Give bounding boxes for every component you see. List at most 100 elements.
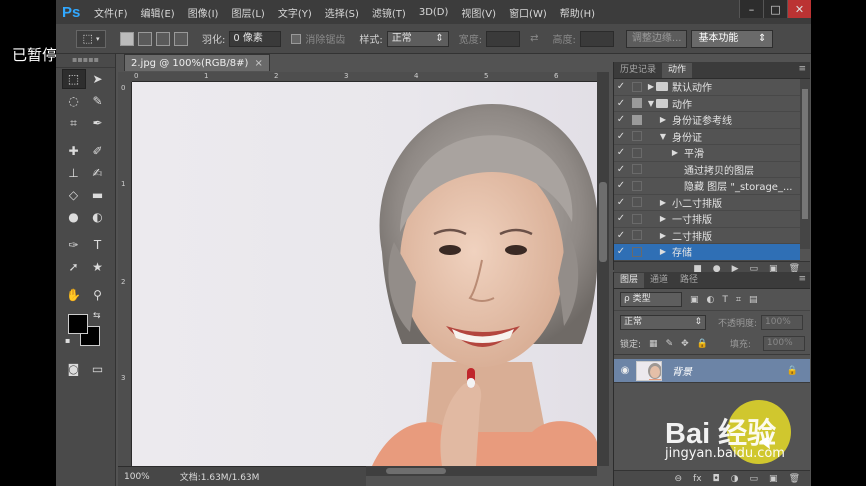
intersect-selection-button[interactable] [174,31,188,46]
history-brush-tool-icon[interactable]: ✍ [86,163,110,183]
menu-type[interactable]: 文字(Y) [278,5,312,20]
type-tool-icon[interactable]: T [86,235,110,255]
eyedropper-tool-icon[interactable]: ✒ [86,113,110,133]
fill-input[interactable]: 100% [762,336,805,351]
close-tab-icon[interactable]: × [254,58,262,69]
width-input[interactable] [486,30,521,47]
lock-all-icon[interactable]: 🔒 [697,339,708,349]
menu-edit[interactable]: 编辑(E) [141,5,175,20]
hand-tool-icon[interactable]: ✋ [62,285,86,305]
vertical-scrollbar[interactable] [597,72,609,466]
checkmark-icon[interactable]: ✓ [614,98,628,109]
move-tool-icon[interactable]: ➤ [86,69,110,89]
eye-icon[interactable]: ◉ [614,365,636,376]
minimize-button[interactable]: – [739,0,763,18]
dialog-toggle[interactable] [632,180,642,191]
horizontal-scrollbar[interactable] [366,466,597,476]
action-row[interactable]: ✓ ▶ 平滑 [614,145,800,162]
tab-layers[interactable]: 图层 [614,273,645,288]
document-tab[interactable]: 2.jpg @ 100%(RGB/8#) × [124,54,270,71]
expanded-triangle-icon[interactable]: ▼ [646,99,656,108]
dialog-toggle[interactable] [632,81,642,92]
action-row[interactable]: ✓ ▶ 身份证参考线 [614,112,800,129]
dialog-toggle[interactable] [632,114,642,125]
tab-actions[interactable]: 动作 [662,63,693,78]
menu-help[interactable]: 帮助(H) [560,5,595,20]
dialog-toggle[interactable] [632,147,642,158]
expanded-triangle-icon[interactable]: ▼ [658,132,668,141]
collapsed-triangle-icon[interactable]: ▶ [658,115,668,124]
collapsed-triangle-icon[interactable]: ▶ [658,231,668,240]
menu-file[interactable]: 文件(F) [94,5,128,20]
new-layer-icon[interactable]: ▣ [769,474,778,484]
menu-layer[interactable]: 图层(L) [231,5,264,20]
tab-history[interactable]: 历史记录 [614,63,662,78]
dialog-toggle[interactable] [632,246,642,257]
layer-mask-icon[interactable]: ◘ [713,474,720,484]
action-row[interactable]: ✓ ▶ 一寸排版 [614,211,800,228]
eraser-tool-icon[interactable]: ◇ [62,185,86,205]
healing-brush-tool-icon[interactable]: ✚ [62,141,86,161]
menu-view[interactable]: 视图(V) [461,5,496,20]
ruler-vertical[interactable]: 0 1 2 3 [118,82,132,466]
lock-transparency-icon[interactable]: ▦ [649,339,658,349]
action-row[interactable]: ✓ ▶ 存储 [614,244,800,261]
layer-filter-select[interactable]: ρ 类型 [620,292,682,307]
filter-pixel-icon[interactable]: ▣ [690,295,699,305]
checkmark-icon[interactable]: ✓ [614,114,628,125]
antialias-checkbox[interactable] [291,33,302,44]
subtract-selection-button[interactable] [156,31,170,46]
quick-select-tool-icon[interactable]: ✎ [86,91,110,111]
menu-select[interactable]: 选择(S) [325,5,359,20]
add-selection-button[interactable] [138,31,152,46]
gradient-tool-icon[interactable]: ▬ [86,185,110,205]
action-row[interactable]: ✓ ▼ 身份证 [614,129,800,145]
swap-dimensions-icon[interactable]: ⇄ [530,33,538,44]
tool-preset-picker[interactable]: ⬚ ▾ [76,29,106,48]
path-select-tool-icon[interactable]: ➚ [62,257,86,277]
default-colors-icon[interactable]: ▪ [65,336,70,345]
blend-mode-select[interactable]: 正常 ⇕ [620,314,706,330]
layer-row-background[interactable]: ◉ 背景 🔒 [614,359,810,383]
dialog-toggle[interactable] [632,230,642,241]
layer-style-icon[interactable]: fx [693,474,702,484]
filter-smart-icon[interactable]: ▤ [749,295,758,305]
link-layers-icon[interactable]: ⊖ [675,474,683,484]
height-input[interactable] [579,30,614,47]
collapsed-triangle-icon[interactable]: ▶ [658,247,668,256]
checkmark-icon[interactable]: ✓ [614,197,628,208]
horizontal-scroll-thumb[interactable] [386,468,446,474]
document-info[interactable]: 文档:1.63M/1.63M [180,470,260,483]
swap-colors-icon[interactable]: ⇆ [93,311,101,321]
dialog-toggle[interactable] [632,197,642,208]
checkmark-icon[interactable]: ✓ [614,164,628,175]
tab-channels[interactable]: 通道 [644,273,674,288]
menu-3d[interactable]: 3D(D) [419,7,449,18]
action-row[interactable]: ✓ ▶ 小二寸排版 [614,195,800,211]
foreground-color-swatch[interactable] [68,314,88,334]
brush-tool-icon[interactable]: ✐ [86,141,110,161]
collapsed-triangle-icon[interactable]: ▶ [670,148,680,157]
ruler-horizontal[interactable]: 0 1 2 3 4 5 6 [132,72,597,82]
tab-paths[interactable]: 路径 [674,273,704,288]
collapsed-triangle-icon[interactable]: ▶ [646,82,656,91]
menu-window[interactable]: 窗口(W) [509,5,547,20]
pen-tool-icon[interactable]: ✑ [62,235,86,255]
trash-icon[interactable]: 🗑 [789,474,800,484]
dodge-tool-icon[interactable]: ◐ [86,207,110,227]
refine-edge-button[interactable]: 调整边缘... [625,29,688,48]
actions-scrollbar[interactable] [800,79,810,249]
filter-shape-icon[interactable]: ⌗ [736,295,741,305]
zoom-level[interactable]: 100% [124,472,150,482]
zoom-tool-icon[interactable]: ⚲ [86,285,110,305]
menu-image[interactable]: 图像(I) [188,5,219,20]
checkmark-icon[interactable]: ✓ [614,81,628,92]
screen-mode-icon[interactable]: ▭ [86,359,110,379]
checkmark-icon[interactable]: ✓ [614,246,628,257]
checkmark-icon[interactable]: ✓ [614,180,628,191]
dialog-toggle[interactable] [632,213,642,224]
panel-menu-icon[interactable]: ≡ [798,64,806,74]
rect-marquee-tool-icon[interactable]: ⬚ [61,69,86,89]
lock-position-icon[interactable]: ✥ [681,339,689,349]
action-row[interactable]: ✓ ▶ 二寸排版 [614,228,800,244]
